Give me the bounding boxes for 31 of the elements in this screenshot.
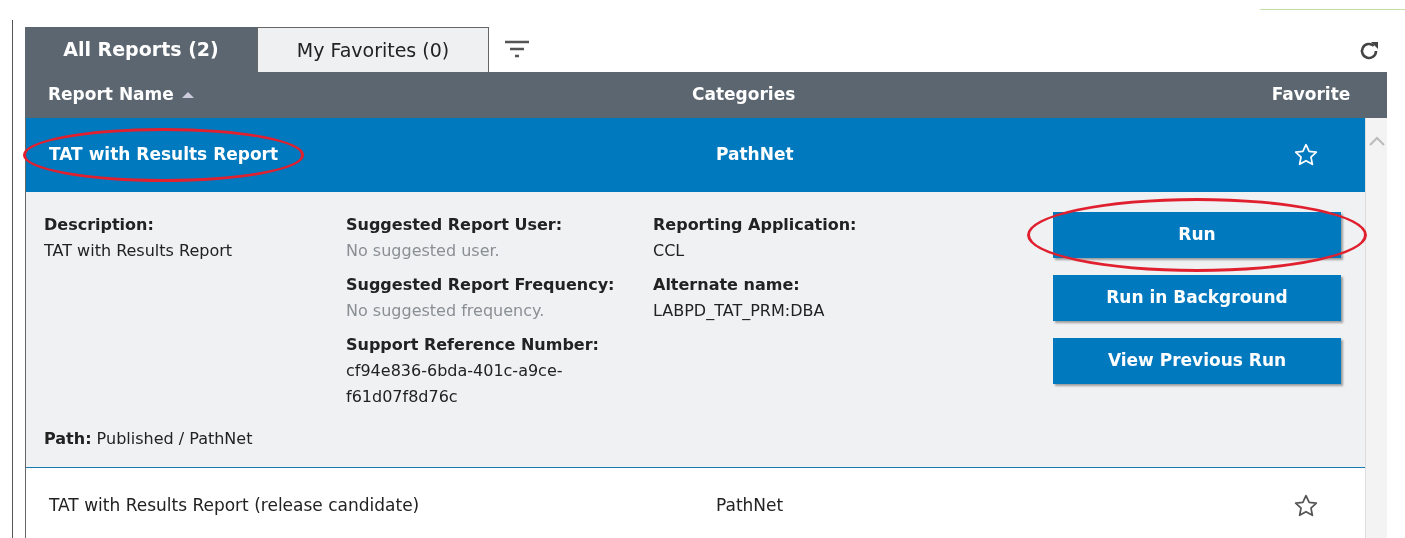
star-icon[interactable]: [1293, 142, 1319, 168]
field-value: CCL: [653, 240, 686, 262]
category: PathNet: [716, 144, 794, 165]
tab[interactable]: My Favorites (0): [257, 27, 489, 72]
field-label: Suggested Report Frequency:: [346, 274, 616, 296]
field-value: TAT with Results Report: [44, 240, 234, 262]
field-value: No suggested user.: [346, 240, 501, 262]
star-icon[interactable]: [1293, 492, 1319, 519]
field-value: No suggested frequency.: [346, 300, 546, 322]
report-name: TAT with Results Report (release candidate): [49, 494, 420, 515]
filter-icon[interactable]: [504, 40, 530, 60]
path-text: Path: Published / PathNet: [44, 428, 254, 450]
column-header[interactable]: Favorite: [1271, 82, 1351, 108]
scrollbar[interactable]: [1365, 118, 1387, 538]
action-button[interactable]: View Previous Run: [1053, 338, 1341, 384]
field-label: Reporting Application:: [653, 214, 858, 236]
column-header[interactable]: Report Name: [48, 82, 174, 108]
report-name: TAT with Results Report: [49, 144, 279, 165]
action-button[interactable]: Run: [1053, 212, 1341, 258]
category: PathNet: [716, 494, 784, 515]
field-value: LABPD_TAT_PRM:DBA: [653, 300, 826, 322]
action-button[interactable]: Run in Background: [1053, 275, 1341, 321]
field-value: cf94e836-6bda-401c-a9ce-f61d07f8d76c: [346, 360, 564, 408]
sort-arrow-icon[interactable]: [181, 92, 194, 98]
field-label: Alternate name:: [653, 274, 801, 296]
field-label: Description:: [44, 214, 155, 236]
column-header[interactable]: Categories: [692, 82, 796, 108]
table-row[interactable]: TAT with Results Report PathNet: [26, 118, 1365, 192]
field-label: Support Reference Number:: [346, 334, 600, 356]
field-label: Suggested Report User:: [346, 214, 564, 236]
tab[interactable]: All Reports (2): [25, 27, 257, 72]
